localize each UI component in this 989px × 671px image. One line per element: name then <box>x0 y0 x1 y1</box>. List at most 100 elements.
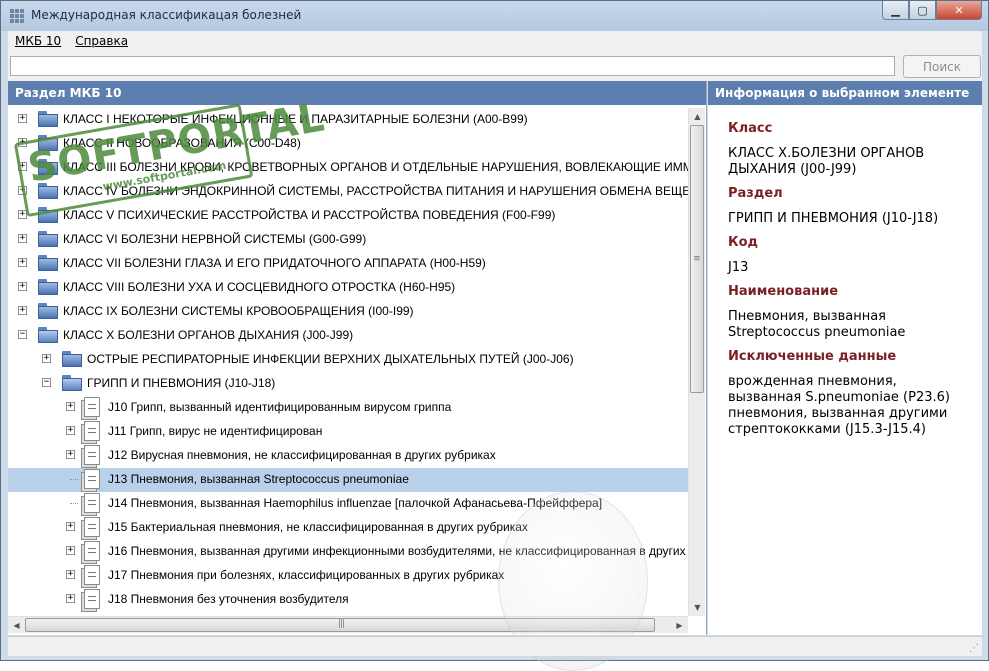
expand-icon[interactable]: + <box>18 162 27 171</box>
horizontal-scrollbar[interactable]: ◀ ||| ▶ <box>8 616 688 633</box>
resize-grip-icon[interactable]: ⋰ <box>969 643 979 654</box>
collapse-icon[interactable]: − <box>18 330 27 339</box>
info-line: ДЫХАНИЯ (J00-J99) <box>728 162 857 177</box>
folder-icon <box>38 255 58 271</box>
info-panel-header: Информация о выбранном элементе <box>708 81 982 105</box>
expand-icon[interactable]: + <box>42 354 51 363</box>
tree-row[interactable]: + J11 Грипп, вирус не идентифицирован <box>8 420 688 444</box>
info-heading: Код <box>728 235 759 250</box>
tree-row-label: КЛАСС IX БОЛЕЗНИ СИСТЕМЫ КРОВООБРАЩЕНИЯ … <box>63 304 414 318</box>
search-input[interactable] <box>10 56 895 76</box>
tree-row[interactable]: + КЛАСС IX БОЛЕЗНИ СИСТЕМЫ КРОВООБРАЩЕНИЯ… <box>8 300 688 324</box>
tree-row-label: J18 Пневмония без уточнения возбудителя <box>108 592 349 606</box>
tree-row-label: J15 Бактериальная пневмония, не классифи… <box>108 520 528 534</box>
tree-row[interactable]: + J10 Грипп, вызванный идентифицированным… <box>8 396 688 420</box>
tree-row-label: КЛАСС X БОЛЕЗНИ ОРГАНОВ ДЫХАНИЯ (J00-J99… <box>63 328 354 342</box>
info-line: КЛАСС X.БОЛЕЗНИ ОРГАНОВ <box>728 146 925 161</box>
app-window: Международная классификацая болезней ▁ ▢… <box>0 0 989 671</box>
search-button[interactable]: Поиск <box>903 55 981 78</box>
tree-row[interactable]: + J12 Вирусная пневмония, не классифициро… <box>8 444 688 468</box>
expand-icon[interactable]: + <box>18 234 27 243</box>
scroll-up-arrow-icon[interactable]: ▲ <box>689 108 706 125</box>
tree-row[interactable]: + ОСТРЫЕ РЕСПИРАТОРНЫЕ ИНФЕКЦИИ ВЕРХНИХ Д… <box>8 348 688 372</box>
menu-mkb10[interactable]: МКБ 10 <box>15 34 61 48</box>
tree-row[interactable]: J14 Пневмония, вызванная Haemophilus inf… <box>8 492 688 516</box>
expand-icon[interactable]: + <box>18 306 27 315</box>
status-bar: ⋰ <box>8 636 982 656</box>
tree-row-label: КЛАСС II НОВООБРАЗОВАНИЯ (C00-D48) <box>63 136 301 150</box>
tree-row[interactable]: + J15 Бактериальная пневмония, не классиф… <box>8 516 688 540</box>
tree-row[interactable]: + КЛАСС VI БОЛЕЗНИ НЕРВНОЙ СИСТЕМЫ (G00-G… <box>8 228 688 252</box>
scroll-down-arrow-icon[interactable]: ▼ <box>689 599 706 616</box>
tree-row[interactable]: + КЛАСС VII БОЛЕЗНИ ГЛАЗА И ЕГО ПРИДАТОЧН… <box>8 252 688 276</box>
expand-icon[interactable]: + <box>18 258 27 267</box>
expand-icon[interactable]: + <box>18 138 27 147</box>
info-value: J13 <box>728 260 978 276</box>
info-value: врожденная пневмония, вызванная S.pneumon… <box>728 374 978 438</box>
expand-icon[interactable]: + <box>18 282 27 291</box>
tree-row-label: КЛАСС III БОЛЕЗНИ КРОВИ, КРОВЕТВОРНЫХ ОР… <box>63 160 688 174</box>
info-content: Класс КЛАСС X.БОЛЕЗНИ ОРГАНОВ ДЫХАНИЯ (J00… <box>728 121 978 446</box>
tree-row[interactable]: − КЛАСС X БОЛЕЗНИ ОРГАНОВ ДЫХАНИЯ (J00-J9… <box>8 324 688 348</box>
expand-icon[interactable]: + <box>18 186 27 195</box>
folder-icon <box>62 351 82 367</box>
title-bar[interactable]: Международная классификацая болезней ▁ ▢… <box>1 1 988 31</box>
tree-row[interactable]: + J17 Пневмония при болезнях, классифицир… <box>8 564 688 588</box>
classification-tree[interactable]: + КЛАСС I НЕКОТОРЫЕ ИНФЕКЦИОННЫЕ И ПАРАЗИ… <box>8 108 688 616</box>
info-value: ГРИПП И ПНЕВМОНИЯ (J10-J18) <box>728 211 978 227</box>
tree-row-label: КЛАСС I НЕКОТОРЫЕ ИНФЕКЦИОННЫЕ И ПАРАЗИТ… <box>63 112 528 126</box>
minimize-button[interactable]: ▁ <box>882 1 909 20</box>
tree-row[interactable]: + КЛАСС V ПСИХИЧЕСКИЕ РАССТРОЙСТВА И РАСС… <box>8 204 688 228</box>
info-heading: Наименование <box>728 284 839 299</box>
scroll-right-arrow-icon[interactable]: ▶ <box>671 617 688 634</box>
tree-row[interactable]: + КЛАСС II НОВООБРАЗОВАНИЯ (C00-D48) <box>8 132 688 156</box>
expand-icon[interactable]: + <box>66 546 75 555</box>
tree-row[interactable]: + J16 Пневмония, вызванная другими инфекц… <box>8 540 688 564</box>
folder-open-icon <box>38 327 58 343</box>
tree-row-label: КЛАСС IV БОЛЕЗНИ ЭНДОКРИННОЙ СИСТЕМЫ, РА… <box>63 184 688 198</box>
folder-icon <box>38 207 58 223</box>
folder-icon <box>38 279 58 295</box>
info-line: ГРИПП И ПНЕВМОНИЯ (J10-J18) <box>728 211 939 226</box>
expand-icon[interactable]: + <box>66 426 75 435</box>
tree-row[interactable]: + КЛАСС VIII БОЛЕЗНИ УХА И СОСЦЕВИДНОГО О… <box>8 276 688 300</box>
app-grid-icon <box>10 9 24 23</box>
collapse-icon[interactable]: − <box>42 378 51 387</box>
expand-icon[interactable]: + <box>66 570 75 579</box>
menu-help[interactable]: Справка <box>75 34 128 48</box>
folder-icon <box>38 303 58 319</box>
tree-row-label: J16 Пневмония, вызванная другими инфекци… <box>108 544 688 558</box>
document-icon <box>84 565 100 585</box>
expand-icon[interactable]: + <box>66 450 75 459</box>
expand-icon[interactable]: + <box>18 210 27 219</box>
tree-panel: Раздел МКБ 10 + КЛАСС I НЕКОТОРЫЕ ИНФЕКЦИ… <box>8 81 707 671</box>
tree-row-label: J14 Пневмония, вызванная Haemophilus inf… <box>108 496 603 510</box>
scroll-left-arrow-icon[interactable]: ◀ <box>8 617 25 634</box>
tree-row[interactable]: + КЛАСС IV БОЛЕЗНИ ЭНДОКРИННОЙ СИСТЕМЫ, Р… <box>8 180 688 204</box>
info-line: стрептококками (J15.3-J15.4) <box>728 422 926 437</box>
tree-row[interactable]: + J18 Пневмония без уточнения возбудителя <box>8 588 688 612</box>
expand-icon[interactable]: + <box>66 594 75 603</box>
close-button[interactable]: ✕ <box>936 1 982 20</box>
vertical-scrollbar[interactable]: ▲ ≡ ▼ <box>688 108 705 616</box>
document-icon <box>84 589 100 609</box>
tree-row[interactable]: + КЛАСС III БОЛЕЗНИ КРОВИ, КРОВЕТВОРНЫХ О… <box>8 156 688 180</box>
tree-row[interactable]: − ГРИПП И ПНЕВМОНИЯ (J10-J18) <box>8 372 688 396</box>
expand-icon[interactable]: + <box>66 522 75 531</box>
expand-icon[interactable]: + <box>18 114 27 123</box>
info-heading: Исключенные данные <box>728 349 897 364</box>
document-icon <box>84 397 100 417</box>
tree-row-label: КЛАСС VII БОЛЕЗНИ ГЛАЗА И ЕГО ПРИДАТОЧНО… <box>63 256 486 270</box>
tree-row[interactable]: + КЛАСС I НЕКОТОРЫЕ ИНФЕКЦИОННЫЕ И ПАРАЗИ… <box>8 108 688 132</box>
info-line: J13 <box>728 260 749 275</box>
tree-row-label: ГРИПП И ПНЕВМОНИЯ (J10-J18) <box>87 376 276 390</box>
tree-connector <box>70 479 78 480</box>
info-line: пневмония, вызванная другими <box>728 406 948 421</box>
info-value: Пневмония, вызванная Streptococcus pneumo… <box>728 309 978 341</box>
expand-icon[interactable]: + <box>66 402 75 411</box>
maximize-button[interactable]: ▢ <box>909 1 936 20</box>
tree-row[interactable]: J13 Пневмония, вызванная Streptococcus p… <box>8 468 688 492</box>
tree-row-label: J11 Грипп, вирус не идентифицирован <box>108 424 323 438</box>
tree-row-label: КЛАСС VI БОЛЕЗНИ НЕРВНОЙ СИСТЕМЫ (G00-G9… <box>63 232 367 246</box>
tree-row-label: КЛАСС VIII БОЛЕЗНИ УХА И СОСЦЕВИДНОГО ОТ… <box>63 280 456 294</box>
